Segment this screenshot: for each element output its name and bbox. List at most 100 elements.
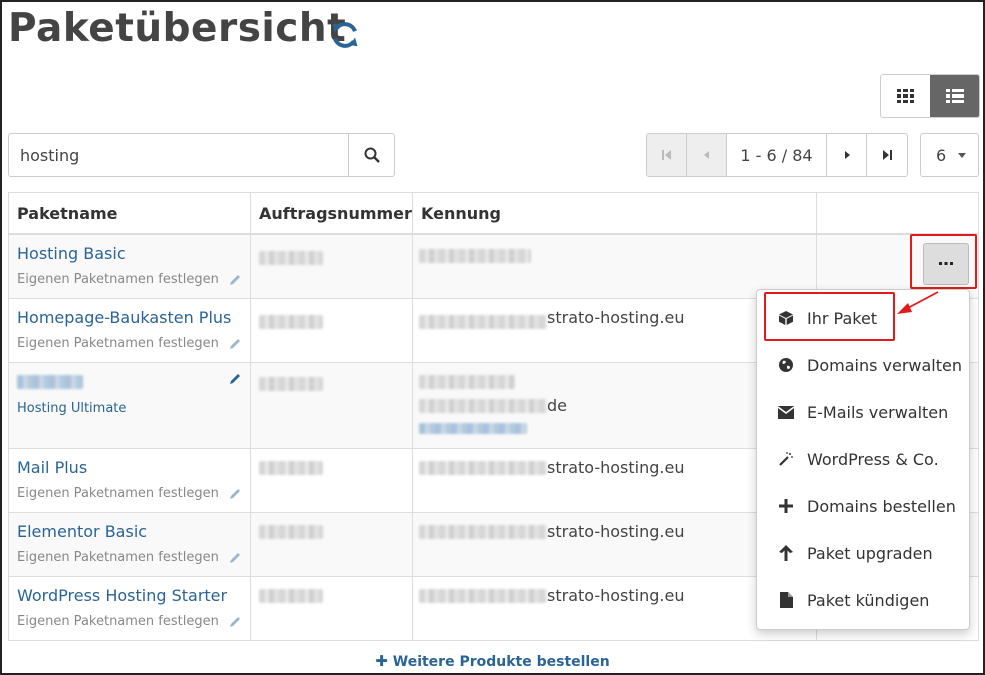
- redacted-kennung: [419, 461, 547, 475]
- menu-item-domains-bestellen[interactable]: Domains bestellen: [757, 491, 969, 521]
- kennung-cell: [413, 235, 817, 298]
- redacted-kennung: [419, 525, 547, 539]
- view-toggle: [880, 74, 980, 118]
- set-package-name-hint: Eigenen Paketnamen festlegen: [17, 272, 219, 287]
- arrow-up-icon: [779, 545, 793, 561]
- menu-item-label: WordPress & Co.: [807, 449, 939, 469]
- redacted-kennung: [419, 589, 547, 603]
- chevron-right-icon: [844, 151, 850, 159]
- search-button[interactable]: [348, 134, 394, 176]
- set-package-name-hint: Eigenen Paketnamen festlegen: [17, 486, 219, 501]
- package-name-cell: WordPress Hosting Starter Eigenen Paketn…: [9, 577, 251, 640]
- menu-item-domains-verwalten[interactable]: Domains verwalten: [757, 350, 969, 380]
- order-more-products-link[interactable]: ✚ Weitere Produkte bestellen: [0, 652, 985, 670]
- column-header-actions: [817, 193, 978, 233]
- pencil-icon[interactable]: [228, 615, 242, 629]
- caret-down-icon: [958, 152, 967, 158]
- kennung-domain-text: strato-hosting.eu: [547, 586, 685, 605]
- menu-item-wordpress[interactable]: WordPress & Co.: [757, 444, 969, 474]
- pencil-icon[interactable]: [228, 487, 242, 501]
- order-number-cell: [251, 235, 413, 298]
- kennung-domain-text: de: [547, 396, 567, 415]
- menu-item-label: Paket kündigen: [807, 590, 930, 610]
- package-name-link[interactable]: Elementor Basic: [17, 522, 147, 541]
- package-name-cell: Hosting Basic Eigenen Paketnamen festleg…: [9, 235, 251, 298]
- kennung-domain-text: strato-hosting.eu: [547, 458, 685, 477]
- per-page-select[interactable]: 6: [920, 133, 979, 177]
- package-name-link[interactable]: WordPress Hosting Starter: [17, 586, 227, 605]
- order-number-cell: [251, 513, 413, 576]
- package-name-link[interactable]: Homepage-Baukasten Plus: [17, 308, 231, 327]
- table-header: Paketname Auftragsnummer Kennung: [9, 193, 978, 235]
- globe-icon: [779, 358, 793, 372]
- redacted-order-number: [259, 315, 323, 329]
- pencil-icon[interactable]: [228, 372, 242, 386]
- redacted-order-number: [259, 525, 323, 539]
- grid-view-button[interactable]: [881, 75, 930, 117]
- redacted-kennung: [419, 399, 547, 413]
- search-bar: [8, 133, 395, 177]
- package-name-cell: Hosting Ultimate: [9, 363, 251, 448]
- envelope-icon: [778, 405, 794, 419]
- last-page-icon: [883, 150, 892, 160]
- redacted-package-name: [17, 375, 83, 389]
- menu-item-label: E-Mails verwalten: [807, 402, 949, 422]
- plus-icon: ✚: [375, 652, 388, 670]
- pencil-icon[interactable]: [228, 337, 242, 351]
- redacted-kennung: [419, 315, 547, 329]
- menu-item-paket-kuendigen[interactable]: Paket kündigen: [757, 585, 969, 615]
- first-page-button[interactable]: [647, 134, 687, 176]
- order-number-cell: [251, 299, 413, 362]
- order-number-cell: [251, 363, 413, 448]
- refresh-icon[interactable]: [330, 20, 360, 50]
- per-page-value: 6: [936, 145, 947, 165]
- column-header-kennung[interactable]: Kennung: [413, 193, 817, 233]
- highlight-box: [910, 234, 977, 289]
- page-range: 1 - 6 / 84: [727, 134, 827, 176]
- redacted-kennung-link: [419, 423, 527, 434]
- package-name-cell: Elementor Basic Eigenen Paketnamen festl…: [9, 513, 251, 576]
- package-name-cell: Homepage-Baukasten Plus Eigenen Paketnam…: [9, 299, 251, 362]
- redacted-kennung: [419, 375, 515, 389]
- chevron-left-icon: [703, 151, 709, 159]
- package-name-link[interactable]: Hosting Basic: [17, 244, 126, 263]
- pagination: 1 - 6 / 84: [646, 133, 908, 177]
- order-number-cell: [251, 577, 413, 640]
- redacted-kennung: [419, 249, 531, 263]
- redacted-order-number: [259, 377, 323, 391]
- search-icon: [364, 147, 380, 163]
- menu-item-paket-upgraden[interactable]: Paket upgraden: [757, 538, 969, 568]
- page-title: Paketübersicht: [8, 6, 347, 51]
- order-more-label: Weitere Produkte bestellen: [392, 654, 610, 670]
- order-number-cell: [251, 449, 413, 512]
- list-view-button[interactable]: [930, 75, 979, 117]
- redacted-order-number: [259, 251, 323, 265]
- package-type-link[interactable]: Hosting Ultimate: [17, 401, 126, 416]
- plus-icon: [779, 499, 793, 513]
- menu-item-label: Domains bestellen: [807, 496, 956, 516]
- magic-wand-icon: [779, 452, 793, 466]
- menu-item-label: Paket upgraden: [807, 543, 933, 563]
- first-page-icon: [661, 150, 671, 160]
- grid-icon: [897, 89, 914, 103]
- column-header-paketname[interactable]: Paketname: [9, 193, 251, 233]
- kennung-domain-text: strato-hosting.eu: [547, 308, 685, 327]
- list-icon: [945, 89, 964, 103]
- redacted-order-number: [259, 589, 323, 603]
- last-page-button[interactable]: [867, 134, 907, 176]
- menu-item-e-mails-verwalten[interactable]: E-Mails verwalten: [757, 397, 969, 427]
- column-header-auftragsnummer[interactable]: Auftragsnummer: [251, 193, 413, 233]
- highlight-box: [764, 292, 895, 341]
- package-name-link[interactable]: Mail Plus: [17, 458, 87, 477]
- set-package-name-hint: Eigenen Paketnamen festlegen: [17, 336, 219, 351]
- search-input[interactable]: [9, 134, 348, 176]
- pencil-icon[interactable]: [228, 273, 242, 287]
- next-page-button[interactable]: [827, 134, 867, 176]
- kennung-domain-text: strato-hosting.eu: [547, 522, 685, 541]
- previous-page-button[interactable]: [687, 134, 727, 176]
- file-icon: [779, 592, 793, 608]
- package-name-cell: Mail Plus Eigenen Paketnamen festlegen: [9, 449, 251, 512]
- pencil-icon[interactable]: [228, 551, 242, 565]
- menu-item-label: Domains verwalten: [807, 355, 962, 375]
- set-package-name-hint: Eigenen Paketnamen festlegen: [17, 550, 219, 565]
